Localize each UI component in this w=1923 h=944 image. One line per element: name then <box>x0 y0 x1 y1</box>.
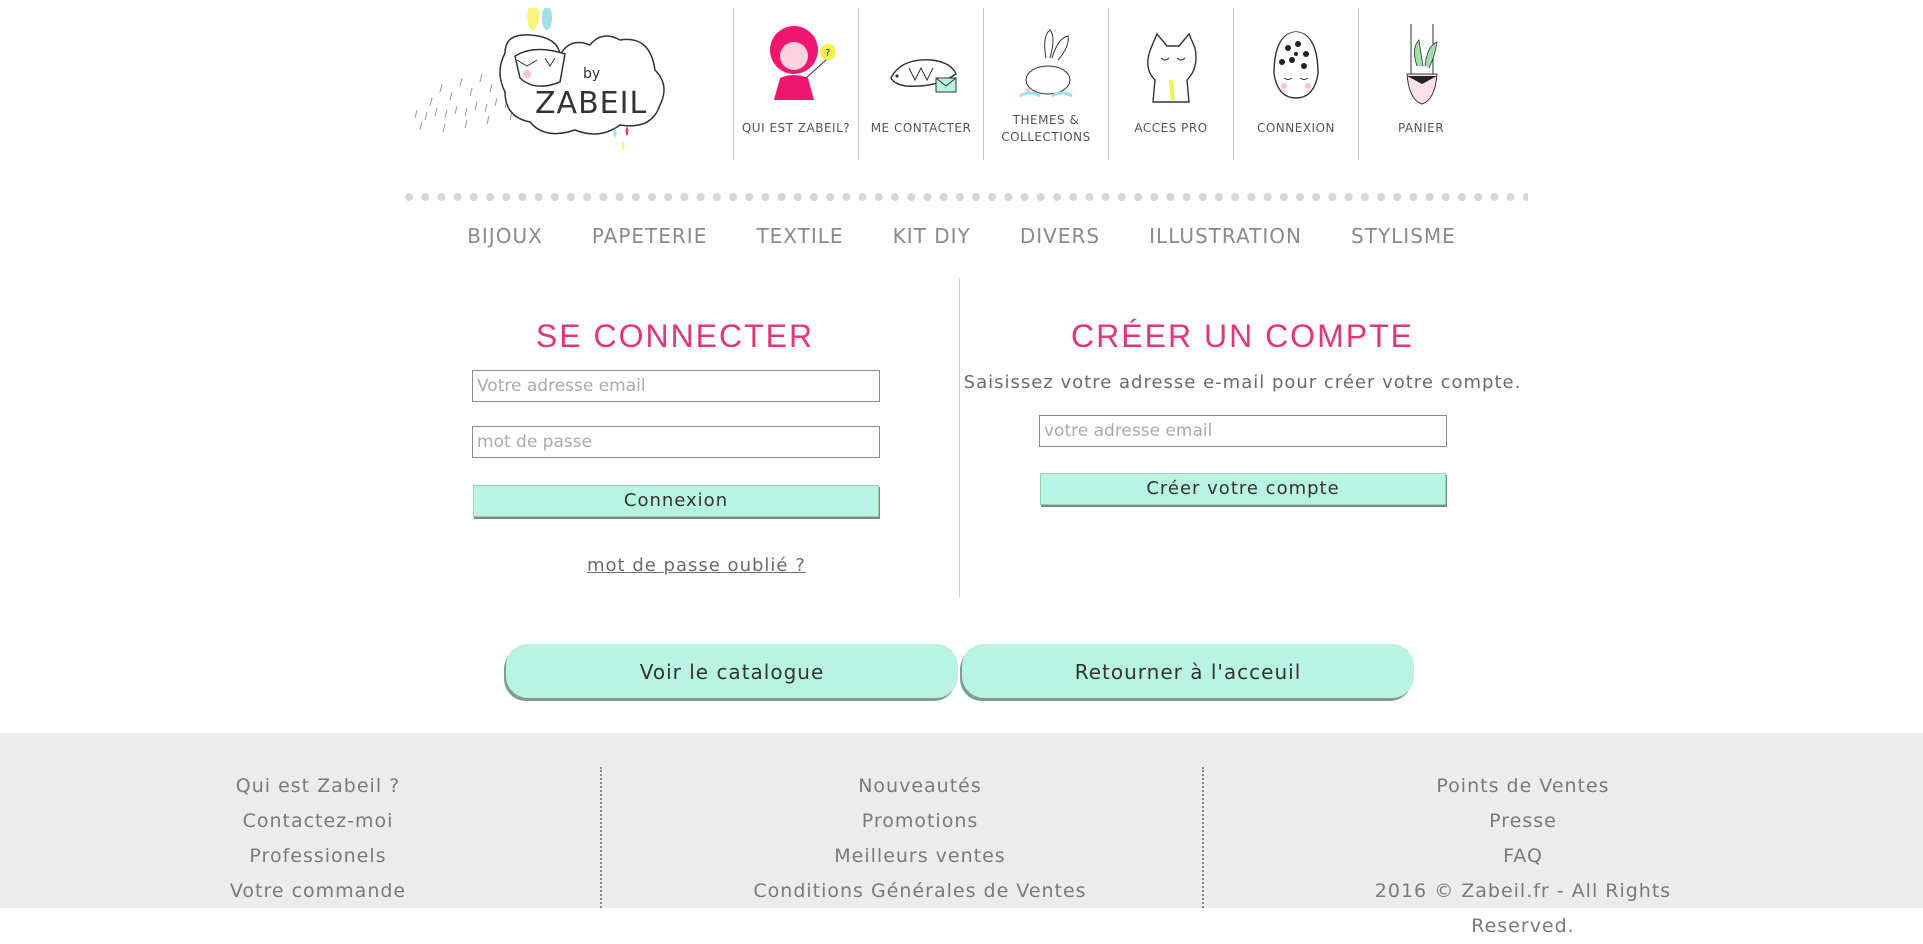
view-catalogue-button[interactable]: Voir le catalogue <box>506 644 958 698</box>
login-submit-button[interactable]: Connexion <box>473 485 879 517</box>
catnav-illustration[interactable]: ILLUSTRATION <box>1149 224 1302 248</box>
login-title: SE CONNECTER <box>535 318 815 354</box>
topnav-label: THEMES & COLLECTIONS <box>1001 113 1091 144</box>
footer-link-professionels[interactable]: Professionels <box>168 839 468 874</box>
dotted-separator <box>405 193 1528 201</box>
forgot-password-link[interactable]: mot de passe oublié ? <box>587 555 806 576</box>
category-nav: BIJOUX PAPETERIE TEXTILE KIT DIY DIVERS … <box>0 224 1923 248</box>
svg-text:?: ? <box>825 48 830 59</box>
catnav-bijoux[interactable]: BIJOUX <box>467 224 543 248</box>
logo-by: by <box>583 66 600 82</box>
footer-link-qui-est-zabeil[interactable]: Qui est Zabeil ? <box>168 769 468 804</box>
footer-link-votre-commande[interactable]: Votre commande <box>168 874 468 909</box>
footer-link-cgv[interactable]: Conditions Générales de Ventes <box>720 874 1120 909</box>
topnav-label: CONNEXION <box>1256 121 1336 135</box>
topnav-label: ME CONTACTER <box>870 121 972 135</box>
catnav-textile[interactable]: TEXTILE <box>756 224 843 248</box>
footer-separator <box>600 767 602 908</box>
footer-column-1: Qui est Zabeil ? Contactez-moi Professio… <box>168 769 468 909</box>
footer-link-meilleurs-ventes[interactable]: Meilleurs ventes <box>720 839 1120 874</box>
topnav-me-contacter[interactable]: ME CONTACTER <box>858 8 983 160</box>
topnav-acces-pro[interactable]: ACCES PRO <box>1108 8 1233 160</box>
footer-separator <box>1202 767 1204 908</box>
topnav-connexion[interactable]: CONNEXION <box>1233 8 1358 160</box>
hanging-plant-icon <box>1406 24 1438 105</box>
footer-link-points-de-ventes[interactable]: Points de Ventes <box>1323 769 1723 804</box>
topnav-panier[interactable]: PANIER <box>1358 8 1483 160</box>
footer-link-nouveautes[interactable]: Nouveautés <box>720 769 1120 804</box>
login-email-field[interactable] <box>472 370 880 402</box>
footer-link-contactez-moi[interactable]: Contactez-moi <box>168 804 468 839</box>
register-hint: Saisissez votre adresse e-mail pour crée… <box>963 372 1522 393</box>
cat-icon <box>1147 32 1197 103</box>
topnav-themes-collections[interactable]: THEMES & COLLECTIONS <box>983 8 1108 160</box>
back-home-button[interactable]: Retourner à l'acceuil <box>962 644 1414 698</box>
footer-column-2: Nouveautés Promotions Meilleurs ventes C… <box>720 769 1120 909</box>
red-hood-girl-icon: ? <box>770 26 836 100</box>
catnav-kit-diy[interactable]: KIT DIY <box>893 224 971 248</box>
zabeil-logo[interactable]: by ZABEIL <box>405 8 665 153</box>
topnav-label: PANIER <box>1397 121 1445 135</box>
footer-copyright: 2016 © Zabeil.fr - All Rights Reserved. <box>1374 880 1672 937</box>
footer-column-3: Points de Ventes Presse FAQ 2016 © Zabei… <box>1323 769 1723 944</box>
footer-link-promotions[interactable]: Promotions <box>720 804 1120 839</box>
catnav-papeterie[interactable]: PAPETERIE <box>592 224 707 248</box>
rabbit-icon <box>1019 29 1073 98</box>
footer-link-faq[interactable]: FAQ <box>1323 839 1723 874</box>
top-navigation: ? QUI EST ZABEIL? ME CONTACTER THEMES & … <box>733 8 1483 160</box>
footer-link-presse[interactable]: Presse <box>1323 804 1723 839</box>
bird-letter-icon <box>890 59 957 93</box>
create-account-button[interactable]: Créer votre compte <box>1040 473 1446 505</box>
login-password-field[interactable] <box>472 426 880 458</box>
site-footer: Qui est Zabeil ? Contactez-moi Professio… <box>0 733 1923 937</box>
register-title: CRÉER UN COMPTE <box>1071 318 1414 354</box>
register-email-field[interactable] <box>1039 415 1447 447</box>
site-header: by ZABEIL ? QUI EST ZABEIL? ME CONTACTER… <box>0 0 1923 201</box>
topnav-qui-est-zabeil[interactable]: ? QUI EST ZABEIL? <box>733 8 858 160</box>
topnav-label: QUI EST ZABEIL? <box>741 121 851 135</box>
catnav-divers[interactable]: DIVERS <box>1020 224 1100 248</box>
logo-brand: ZABEIL <box>535 86 647 121</box>
egg-character-icon <box>1273 31 1319 99</box>
topnav-label: ACCES PRO <box>1134 121 1208 135</box>
catnav-stylisme[interactable]: STYLISME <box>1351 224 1456 248</box>
